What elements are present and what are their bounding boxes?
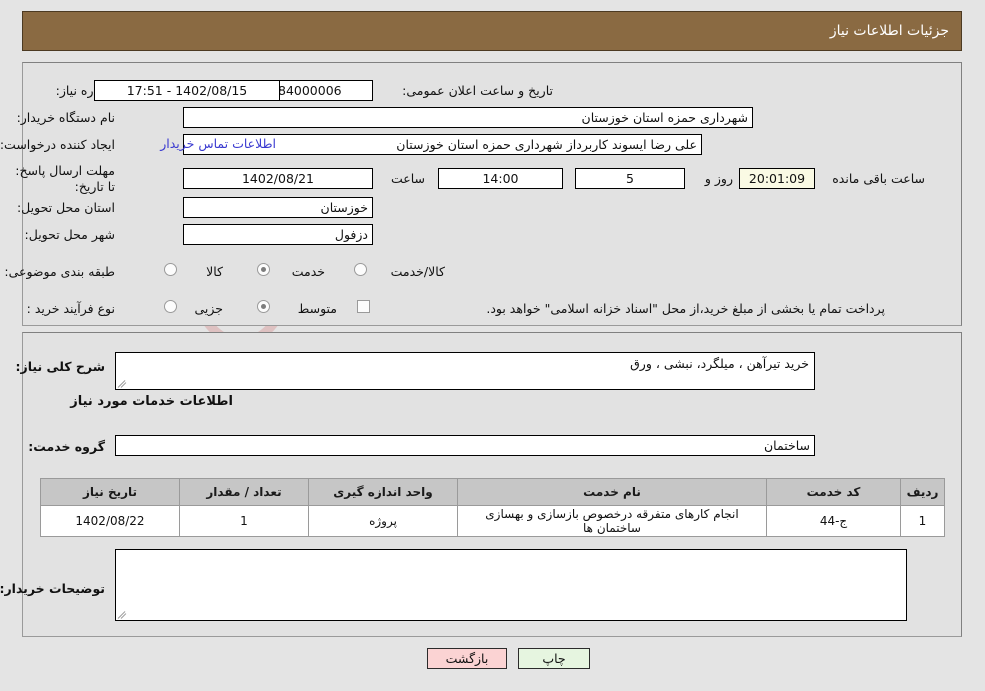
print-button[interactable]: چاپ xyxy=(518,648,590,669)
category-radio-kala[interactable] xyxy=(164,263,177,276)
table-header-unit: واحد اندازه گیری xyxy=(308,478,458,506)
deadline-hour-value: 14:00 xyxy=(438,168,563,189)
announce-datetime-value: 1402/08/15 - 17:51 xyxy=(94,80,280,101)
remaining-days-value: 5 xyxy=(575,168,685,189)
remaining-days-label: روز و xyxy=(704,171,733,186)
buyer-org-value: شهرداری حمزه استان خوزستان xyxy=(183,107,753,128)
cell-service-code: ج-44 xyxy=(766,505,901,537)
city-label: شهر محل تحویل: xyxy=(24,227,115,242)
resize-handle-icon[interactable] xyxy=(117,378,128,388)
category-option-khedmat-label: خدمت xyxy=(291,264,325,279)
back-button[interactable]: بازگشت xyxy=(427,648,507,669)
summary-textarea[interactable]: خرید تیرآهن ، میلگرد، نبشی ، ورق xyxy=(115,352,815,390)
table-header-need-date: تاریخ نیاز xyxy=(40,478,180,506)
table-header-quantity: تعداد / مقدار xyxy=(179,478,309,506)
cell-quantity: 1 xyxy=(179,505,309,537)
summary-label: شرح کلی نیاز: xyxy=(15,359,105,374)
creator-label: ایجاد کننده درخواست: xyxy=(0,137,115,152)
category-radio-kala-khedmat[interactable] xyxy=(354,263,367,276)
table-header-row-index: ردیف xyxy=(900,478,945,506)
category-radio-khedmat[interactable] xyxy=(257,263,270,276)
purchase-type-radio-motavaset[interactable] xyxy=(257,300,270,313)
buyer-org-label: نام دستگاه خریدار: xyxy=(16,110,115,125)
purchase-type-label: نوع فرآیند خرید : xyxy=(26,301,115,316)
category-option-kala-label: کالا xyxy=(206,264,223,279)
countdown-label: ساعت باقی مانده xyxy=(832,171,925,186)
table-header-service-name: نام خدمت xyxy=(457,478,767,506)
summary-textarea-value: خرید تیرآهن ، میلگرد، نبشی ، ورق xyxy=(630,356,809,371)
deadline-date-value: 1402/08/21 xyxy=(183,168,373,189)
cell-need-date: 1402/08/22 xyxy=(40,505,180,537)
need-summary-panel xyxy=(22,62,962,326)
table-row: 1 ج-44 انجام کارهای متفرقه درخصوص بازساز… xyxy=(40,505,945,537)
deadline-label: مهلت ارسال پاسخ: تا تاریخ: xyxy=(15,163,115,194)
services-heading: اطلاعات خدمات مورد نیاز xyxy=(70,394,233,409)
page-title: جزئیات اطلاعات نیاز xyxy=(829,23,949,39)
purchase-type-option-motavaset-label: متوسط xyxy=(297,301,337,316)
buyer-contact-link[interactable]: اطلاعات تماس خریدار xyxy=(160,136,276,151)
category-option-kala-khedmat-label: کالا/خدمت xyxy=(390,264,445,279)
category-label: طبقه بندی موضوعی: xyxy=(4,264,115,279)
purchase-type-radio-jozii[interactable] xyxy=(164,300,177,313)
service-group-label: گروه خدمت: xyxy=(28,439,105,454)
treasury-bonds-note: پرداخت تمام یا بخشی از مبلغ خرید،از محل … xyxy=(486,301,885,316)
cell-unit: پروژه xyxy=(308,505,458,537)
purchase-type-option-jozii-label: جزیی xyxy=(194,301,223,316)
table-header-service-code: کد خدمت xyxy=(766,478,901,506)
province-value: خوزستان xyxy=(183,197,373,218)
services-table: ردیف کد خدمت نام خدمت واحد اندازه گیری ت… xyxy=(40,478,945,537)
resize-handle-icon[interactable] xyxy=(117,609,128,619)
cell-service-name: انجام کارهای متفرقه درخصوص بازسازی و بهس… xyxy=(457,505,767,537)
announce-datetime-label: تاریخ و ساعت اعلان عمومی: xyxy=(402,83,553,98)
treasury-bonds-checkbox[interactable] xyxy=(357,300,370,313)
service-group-value: ساختمان xyxy=(115,435,815,456)
table-header-row: ردیف کد خدمت نام خدمت واحد اندازه گیری ت… xyxy=(40,478,945,506)
deadline-hour-label: ساعت xyxy=(390,171,425,186)
cell-row-index: 1 xyxy=(900,505,945,537)
province-label: استان محل تحویل: xyxy=(16,200,115,215)
buyer-notes-textarea[interactable] xyxy=(115,549,907,621)
countdown-value: 20:01:09 xyxy=(739,168,815,189)
city-value: دزفول xyxy=(183,224,373,245)
page-header-bar: جزئیات اطلاعات نیاز xyxy=(22,11,962,51)
need-details-page: AriaTender.net جزئیات اطلاعات نیاز شماره… xyxy=(0,0,985,691)
buyer-notes-label: توضیحات خریدار: xyxy=(0,581,105,596)
